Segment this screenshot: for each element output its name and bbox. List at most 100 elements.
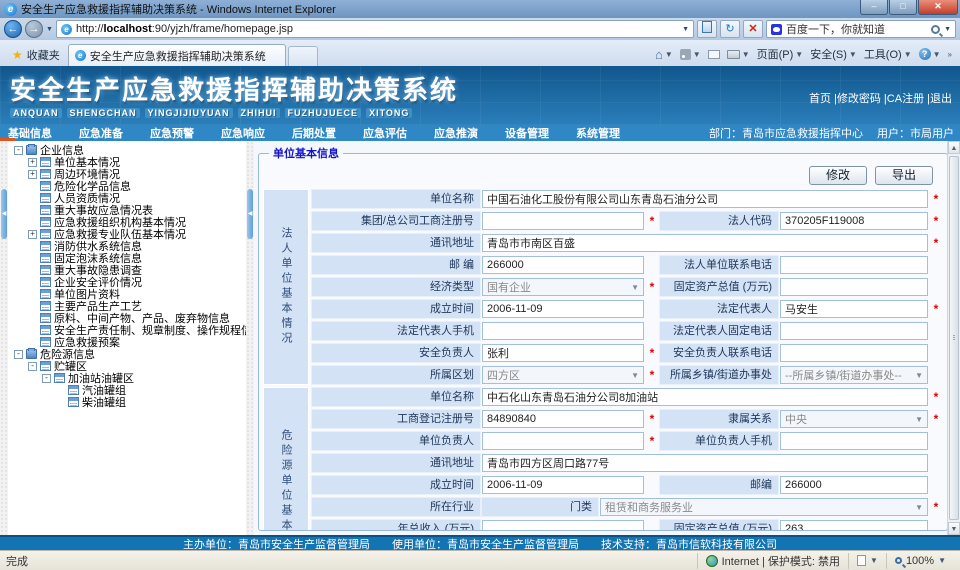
compatibility-view-button[interactable] <box>697 20 717 38</box>
zoom-control[interactable]: 100% ▼ <box>886 553 954 569</box>
print-button[interactable]: ▼ <box>727 50 750 59</box>
menu-item[interactable]: 系统管理 <box>576 125 620 141</box>
field-select[interactable]: --所属乡镇/街道办事处--▼ <box>780 366 928 384</box>
page-menu-button[interactable]: 页面(P)▼ <box>757 46 804 62</box>
tree-node[interactable]: +单位基本情况 <box>14 156 246 168</box>
expand-icon[interactable]: + <box>28 158 37 167</box>
tree-node[interactable]: -加油站油罐区 <box>14 372 246 384</box>
left-splitter[interactable]: ◀ <box>0 141 8 535</box>
overflow-chevron[interactable]: » <box>948 50 952 59</box>
favorites-button[interactable]: ★ 收藏夹 <box>4 44 68 66</box>
field-input[interactable] <box>482 256 644 274</box>
field-select[interactable]: 四方区▼ <box>482 366 644 384</box>
required-asterisk: * <box>934 500 939 514</box>
modify-button[interactable]: 修改 <box>809 166 867 185</box>
tree-node[interactable]: 企业安全评价情况 <box>14 276 246 288</box>
field-input[interactable] <box>780 322 928 340</box>
field-label: 成立时间 <box>311 299 481 319</box>
export-button[interactable]: 导出 <box>875 166 933 185</box>
field-input[interactable] <box>780 300 928 318</box>
field-input[interactable] <box>780 432 928 450</box>
tree-node[interactable]: 安全生产责任制、规章制度、操作规程信息 <box>14 324 246 336</box>
feeds-button[interactable]: ▼ <box>680 49 701 60</box>
field-select[interactable]: 国有企业▼ <box>482 278 644 296</box>
field-input[interactable] <box>780 520 928 531</box>
address-bar[interactable]: e http://localhost:90/yjzh/frame/homepag… <box>56 20 694 38</box>
field-input[interactable] <box>482 322 644 340</box>
search-input[interactable]: 百度一下，你就知道 <box>786 21 927 37</box>
field-input[interactable] <box>482 410 644 428</box>
menu-item[interactable]: 应急预警 <box>150 125 194 141</box>
recent-pages-dropdown[interactable]: ▼ <box>46 26 53 33</box>
tree-node[interactable]: -企业信息 <box>14 144 246 156</box>
field-input[interactable] <box>780 344 928 362</box>
scrollbar-track[interactable] <box>948 154 960 522</box>
help-button[interactable]: ?▼ <box>919 48 941 60</box>
expand-icon[interactable]: + <box>28 170 37 179</box>
menu-item[interactable]: 应急准备 <box>79 125 123 141</box>
field-input[interactable] <box>482 300 644 318</box>
collapse-icon[interactable]: - <box>28 362 37 371</box>
tools-menu-button[interactable]: 工具(O)▼ <box>864 46 912 62</box>
new-tab-button[interactable] <box>288 46 318 66</box>
forward-button[interactable]: → <box>25 20 43 38</box>
tree-node[interactable]: 危险化学品信息 <box>14 180 246 192</box>
field-value-cell <box>779 475 929 495</box>
top-link[interactable]: 修改密码 <box>837 93 881 105</box>
scrollbar-thumb[interactable] <box>949 156 959 520</box>
tree-node[interactable]: 柴油罐组 <box>14 396 246 408</box>
url-text[interactable]: http://localhost:90/yjzh/frame/homepage.… <box>76 23 678 35</box>
close-button[interactable]: ✕ <box>918 0 958 15</box>
browser-tab[interactable]: e 安全生产应急救援指挥辅助决策系统 <box>68 44 286 66</box>
tree-splitter[interactable]: ◀ <box>246 141 254 535</box>
collapse-icon[interactable]: - <box>14 350 23 359</box>
field-input[interactable] <box>482 344 644 362</box>
field-select[interactable]: 租赁和商务服务业▼ <box>600 498 928 516</box>
page-mode-control[interactable]: ▼ <box>848 553 886 569</box>
field-input[interactable] <box>780 256 928 274</box>
field-input[interactable] <box>482 432 644 450</box>
top-link[interactable]: 退出 <box>930 93 952 105</box>
field-input[interactable] <box>482 476 644 494</box>
top-link[interactable]: CA注册 <box>887 93 924 105</box>
menu-item[interactable]: 设备管理 <box>505 125 549 141</box>
vertical-scrollbar[interactable]: ▲ ▼ <box>947 141 960 535</box>
field-input[interactable] <box>482 454 928 472</box>
menu-item[interactable]: 应急推演 <box>434 125 478 141</box>
minimize-button[interactable]: – <box>860 0 888 15</box>
home-button[interactable]: ⌂▼ <box>655 47 673 62</box>
field-input[interactable] <box>482 212 644 230</box>
search-options-dropdown[interactable]: ▼ <box>944 26 951 33</box>
search-box[interactable]: 百度一下，你就知道 ▼ <box>766 20 956 38</box>
back-button[interactable]: ← <box>4 20 22 38</box>
menu-item[interactable]: 后期处置 <box>292 125 336 141</box>
field-input[interactable] <box>482 190 928 208</box>
field-input[interactable] <box>780 476 928 494</box>
maximize-button[interactable]: □ <box>889 0 917 15</box>
menu-item[interactable]: 应急响应 <box>221 125 265 141</box>
top-link[interactable]: 首页 <box>809 93 831 105</box>
tree-collapse-handle[interactable]: ◀ <box>247 189 253 239</box>
field-input[interactable] <box>780 278 928 296</box>
ie-logo-icon: e <box>4 3 17 16</box>
menu-item[interactable]: 应急评估 <box>363 125 407 141</box>
address-dropdown-icon[interactable]: ▼ <box>682 26 689 33</box>
expand-icon[interactable]: + <box>28 230 37 239</box>
field-input[interactable] <box>482 388 928 406</box>
tree-node[interactable]: -危险源信息 <box>14 348 246 360</box>
field-select[interactable]: 中央▼ <box>780 410 928 428</box>
required-cell: * <box>929 299 943 319</box>
collapse-icon[interactable]: - <box>42 374 51 383</box>
collapse-icon[interactable]: - <box>14 146 23 155</box>
field-input[interactable] <box>780 212 928 230</box>
left-collapse-handle[interactable]: ◀ <box>1 189 7 239</box>
read-mail-button[interactable] <box>708 50 720 59</box>
search-icon[interactable] <box>931 25 940 34</box>
safety-menu-button[interactable]: 安全(S)▼ <box>810 46 857 62</box>
scroll-up-arrow[interactable]: ▲ <box>948 141 960 154</box>
field-input[interactable] <box>482 520 644 531</box>
field-input[interactable] <box>482 234 928 252</box>
scroll-down-arrow[interactable]: ▼ <box>948 522 960 535</box>
stop-button[interactable]: ✕ <box>743 20 763 38</box>
refresh-button[interactable]: ↻ <box>720 20 740 38</box>
